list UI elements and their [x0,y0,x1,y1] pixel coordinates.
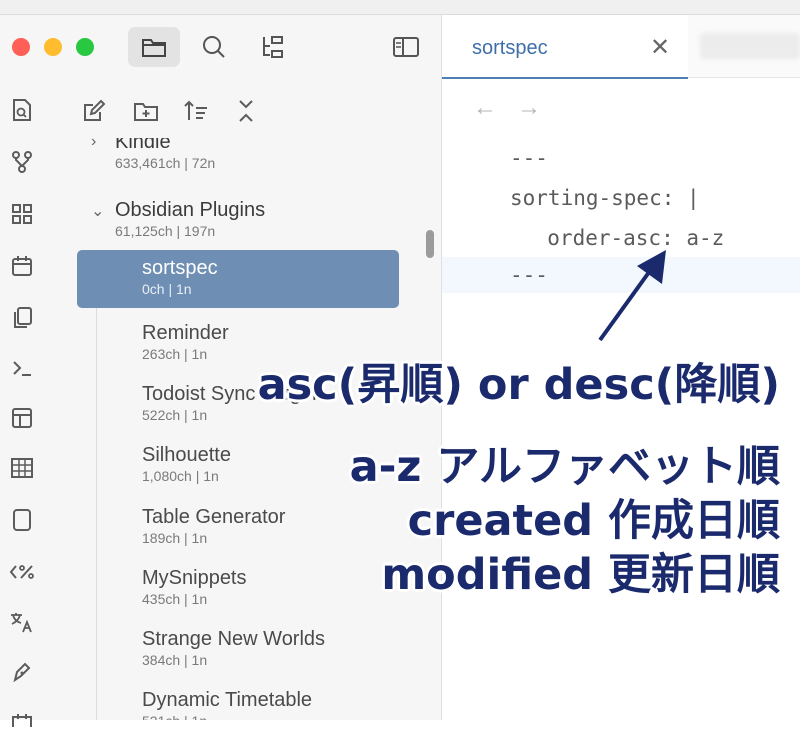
file-item-table-generator[interactable]: Table Generator 189ch | 1n [142,505,285,547]
tablet-icon[interactable] [8,506,36,534]
folder-stats: 633,461ch | 72n [115,155,216,171]
sort-button[interactable] [180,95,212,127]
file-item-dynamic-timetable[interactable]: Dynamic Timetable 521ch | 1n [142,688,312,720]
grid-layout-icon[interactable] [8,200,36,228]
pen-icon[interactable] [8,658,36,686]
zoom-window-button[interactable] [76,38,94,56]
calendar-icon[interactable] [8,252,36,280]
translate-icon[interactable] [8,608,36,636]
code-line-1[interactable]: --- [510,146,548,170]
file-item-silhouette[interactable]: Silhouette 1,080ch | 1n [142,443,231,485]
tab-bar: sortspec ✕ [442,15,800,79]
hierarchy-icon [263,36,283,58]
new-folder-icon [134,103,158,121]
file-stats: 263ch | 1n [142,346,208,362]
code-line-3[interactable]: order-asc: a-z [522,226,724,250]
template-icon[interactable] [8,404,36,432]
folder-name: Kindle [115,138,171,153]
file-stats: 435ch | 1n [142,591,208,607]
file-stats: 384ch | 1n [142,652,208,668]
folder-obsidian-plugins[interactable]: ⌄ Obsidian Plugins 61,125ch | 197n [91,198,266,240]
left-ribbon [0,82,44,727]
folder-stats: 61,125ch | 197n [115,223,216,239]
file-item-content: sortspec 0ch | 1n [142,256,218,298]
code-line-4[interactable]: --- [510,263,548,287]
folder-kindle[interactable]: › Kindle 633,461ch | 72n [91,138,216,172]
files-view-button[interactable] [128,27,180,67]
file-name: Dynamic Timetable [142,689,313,711]
file-item-sortspec[interactable]: sortspec 0ch | 1n [77,250,399,308]
file-stats: 521ch | 1n [142,712,312,720]
file-item-mysnippets[interactable]: MySnippets 435ch | 1n [142,566,247,608]
sort-icon [184,100,207,120]
search-file-icon[interactable] [8,96,36,124]
chevron-down-icon: ⌄ [91,203,105,220]
forward-arrow-icon[interactable]: → [517,94,541,122]
close-window-button[interactable] [12,38,30,56]
code-line-2[interactable]: sorting-spec: | [510,186,700,210]
file-item-strange-new-worlds[interactable]: Strange New Worlds 384ch | 1n [142,627,325,669]
annotation-modified-line: modified 更新日順 [381,550,780,600]
folder-name: Obsidian Plugins [115,199,266,221]
file-item-reminder[interactable]: Reminder 263ch | 1n [142,321,229,363]
file-tree: › Kindle 633,461ch | 72n ⌄ Obsidian Plug… [44,138,441,720]
new-note-icon [84,99,106,121]
search-view-button[interactable] [188,27,240,67]
file-name: Reminder [142,322,229,344]
sidebar-icon [393,37,419,57]
file-name: Strange New Worlds [142,628,326,650]
calendar-small-icon[interactable] [8,706,36,734]
window-top-strip [0,0,800,15]
back-arrow-icon[interactable]: ← [473,94,497,122]
blurred-tab[interactable] [700,33,800,59]
file-stats: 1,080ch | 1n [142,468,219,484]
file-name: MySnippets [142,567,247,589]
table-icon[interactable] [8,454,36,482]
annotation-alphabet-line: a-z アルファベット順 [349,442,780,492]
file-stats: 189ch | 1n [142,530,208,546]
toggle-sidebar-button[interactable] [380,27,432,67]
file-name: Table Generator [142,506,286,528]
terminal-icon[interactable] [8,354,36,382]
minimize-window-button[interactable] [44,38,62,56]
collapse-all-button[interactable] [230,95,262,127]
active-line-highlight [442,257,800,293]
tab-sortspec[interactable]: sortspec ✕ [442,15,688,79]
close-icon[interactable]: ✕ [650,33,670,62]
new-folder-button[interactable] [130,95,162,127]
copy-icon[interactable] [8,304,36,332]
file-name: Silhouette [142,444,231,466]
new-note-button[interactable] [78,95,110,127]
graph-view-icon[interactable] [8,148,36,176]
collapse-icon [239,100,253,122]
explorer-scrollbar[interactable] [426,230,434,258]
folder-icon [142,39,166,57]
file-name: sortspec [142,257,218,279]
annotation-order-line: asc(昇順) or desc(降順) [257,360,780,410]
search-icon [203,36,225,58]
snippet-percent-icon[interactable] [8,558,36,586]
bookmarks-view-button[interactable] [246,27,298,67]
tab-label: sortspec [472,37,548,59]
file-stats: 0ch | 1n [142,281,192,297]
chevron-right-icon: › [91,138,97,150]
tree-indent-guide [96,308,97,720]
annotation-created-line: created 作成日順 [407,496,780,546]
